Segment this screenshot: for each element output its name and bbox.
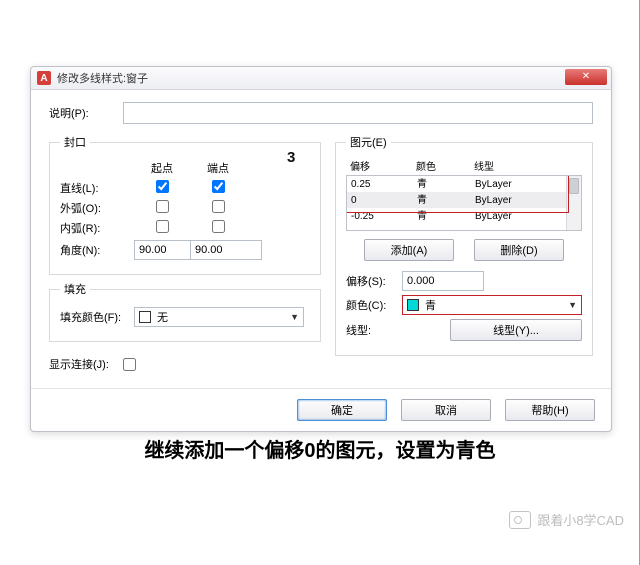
none-swatch-icon [139, 311, 151, 323]
cancel-button[interactable]: 取消 [401, 399, 491, 421]
joint-check[interactable] [123, 358, 136, 371]
angle-end-input[interactable] [190, 240, 262, 260]
color-value: 青 [425, 297, 436, 313]
dialog-title: 修改多线样式:窗子 [57, 70, 148, 86]
col-end: 端点 [190, 160, 246, 176]
cyan-swatch-icon [407, 299, 419, 311]
arcin-start-check[interactable] [156, 220, 169, 233]
fill-value: 无 [157, 309, 168, 325]
color-label: 颜色(C): [346, 297, 402, 313]
fill-label: 填充颜色(F): [60, 309, 134, 325]
line-label: 直线(L): [60, 180, 134, 196]
list-row[interactable]: -0.25青ByLayer [347, 208, 581, 224]
arcout-start-check[interactable] [156, 200, 169, 213]
dialog-footer: 确定 取消 帮助(H) [31, 388, 611, 431]
scroll-thumb[interactable] [569, 178, 579, 194]
color-combo[interactable]: 青 ▼ [402, 295, 582, 315]
list-row[interactable]: 0.25青ByLayer [347, 176, 581, 192]
arcout-label: 外弧(O): [60, 200, 134, 216]
annotation-3: 3 [287, 149, 295, 166]
tutorial-caption: 继续添加一个偏移0的图元，设置为青色 [0, 434, 640, 463]
caps-group: 封口 起点端点 直线(L): 外弧(O): 内弧(R): 角度(N): [49, 134, 321, 275]
caps-legend: 封口 [60, 134, 90, 150]
elements-legend: 图元(E) [346, 134, 391, 150]
fill-legend: 填充 [60, 281, 90, 297]
linetype-label: 线型: [346, 322, 402, 338]
offset-input[interactable] [402, 271, 484, 291]
delete-button[interactable]: 删除(D) [474, 239, 564, 261]
line-end-check[interactable] [212, 180, 225, 193]
line-start-check[interactable] [156, 180, 169, 193]
arcin-end-check[interactable] [212, 220, 225, 233]
scrollbar[interactable] [566, 176, 581, 230]
arcin-label: 内弧(R): [60, 220, 134, 236]
joint-label: 显示连接(J): [49, 356, 123, 372]
col-start: 起点 [134, 160, 190, 176]
elements-list[interactable]: 0.25青ByLayer 0青ByLayer -0.25青ByLayer [346, 175, 582, 231]
add-button[interactable]: 添加(A) [364, 239, 454, 261]
chevron-down-icon: ▼ [568, 300, 577, 310]
offset-label: 偏移(S): [346, 273, 402, 289]
watermark-text: 跟着小8学CAD [537, 510, 624, 529]
fill-group: 填充 填充颜色(F): 无 ▼ [49, 281, 321, 342]
close-button[interactable]: ✕ [565, 69, 607, 85]
arcout-end-check[interactable] [212, 200, 225, 213]
desc-input[interactable] [123, 102, 593, 124]
help-button[interactable]: 帮助(H) [505, 399, 595, 421]
app-icon: A [37, 71, 51, 85]
elements-group: 图元(E) 偏移 颜色 线型 0.25青ByLayer 0青ByLayer -0… [335, 134, 593, 356]
fill-combo[interactable]: 无 ▼ [134, 307, 304, 327]
list-row[interactable]: 0青ByLayer [347, 192, 581, 208]
angle-label: 角度(N): [60, 242, 134, 258]
watermark: 跟着小8学CAD [509, 510, 624, 529]
desc-label: 说明(P): [49, 105, 123, 121]
list-header: 偏移 颜色 线型 [346, 156, 582, 175]
titlebar[interactable]: A 修改多线样式:窗子 ✕ [31, 67, 611, 90]
hdr-offset: 偏移 [346, 156, 412, 175]
ok-button[interactable]: 确定 [297, 399, 387, 421]
hdr-color: 颜色 [412, 156, 470, 175]
wechat-icon [509, 511, 531, 529]
dialog: A 修改多线样式:窗子 ✕ 说明(P): 封口 起点端点 直线(L): 外弧(O… [30, 66, 612, 432]
hdr-linetype: 线型 [470, 156, 582, 175]
chevron-down-icon: ▼ [290, 312, 299, 322]
linetype-button[interactable]: 线型(Y)... [450, 319, 582, 341]
